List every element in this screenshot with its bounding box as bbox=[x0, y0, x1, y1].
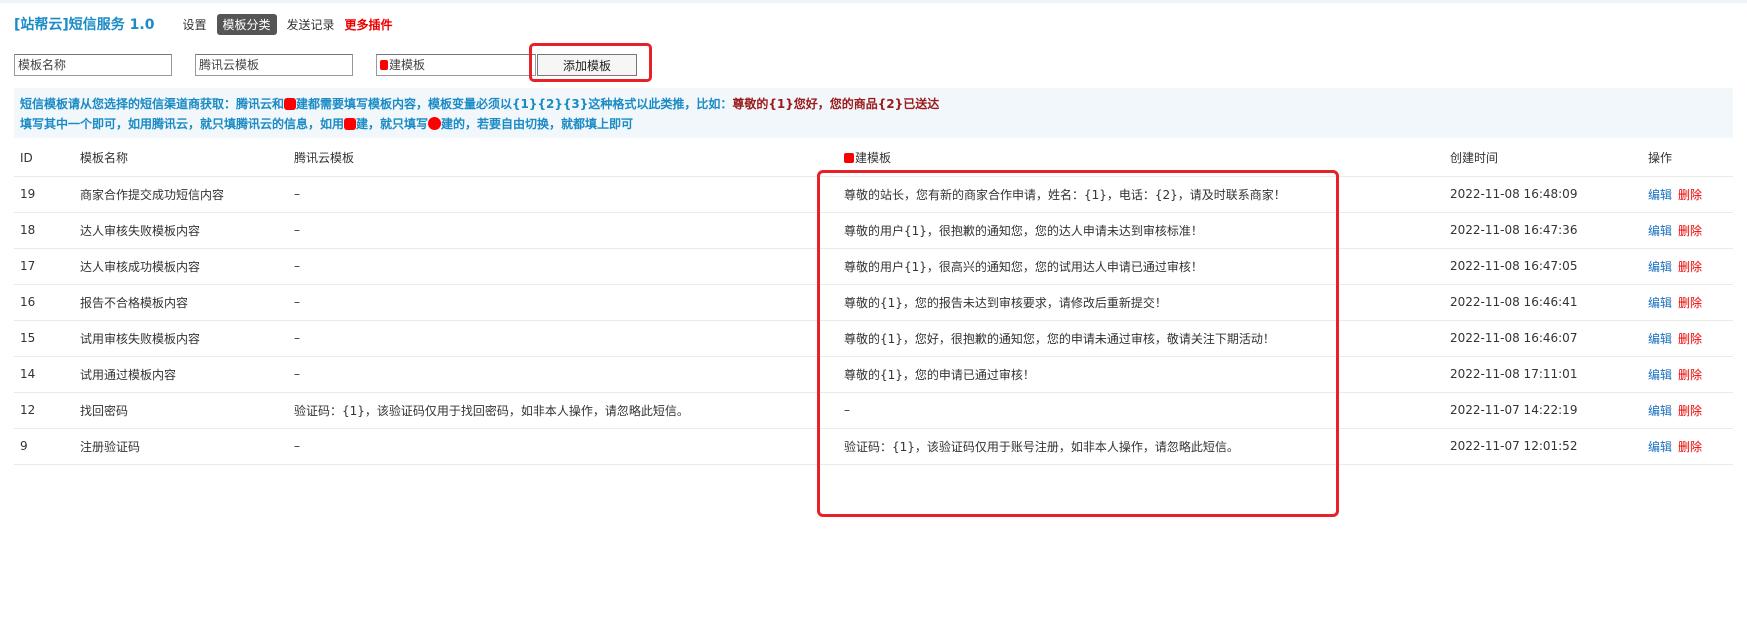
cell-name: 达人审核成功模板内容 bbox=[74, 248, 288, 285]
delete-link[interactable]: 删除 bbox=[1678, 440, 1702, 454]
notice-text: 建都需要填写模板内容，模板变量必须以{1}{2}{3}这种格式以此类推，比如： bbox=[296, 97, 733, 111]
col-sd-label: 建模板 bbox=[855, 151, 892, 166]
tab-template-categories[interactable]: 模板分类 bbox=[216, 13, 277, 35]
cell-actions: 编辑 删除 bbox=[1642, 248, 1733, 285]
tencent-template-input[interactable] bbox=[195, 54, 353, 76]
header: [站帮云]短信服务 1.0 设置 模板分类 发送记录 更多插件 bbox=[14, 13, 393, 35]
cell-id: 16 bbox=[14, 284, 74, 321]
highlight-box-sd-column bbox=[817, 170, 1339, 517]
edit-link[interactable]: 编辑 bbox=[1648, 188, 1672, 202]
cell-id: 14 bbox=[14, 356, 74, 393]
cell-actions: 编辑 删除 bbox=[1642, 320, 1733, 357]
cell-name: 找回密码 bbox=[74, 392, 288, 429]
cell-actions: 编辑 删除 bbox=[1642, 428, 1733, 465]
notice-text: 建的，若要自由切换，就都填上即可 bbox=[441, 117, 634, 131]
delete-link[interactable]: 删除 bbox=[1678, 404, 1702, 418]
template-name-input[interactable] bbox=[14, 54, 172, 76]
edit-link[interactable]: 编辑 bbox=[1648, 224, 1672, 238]
top-strip bbox=[0, 0, 1747, 3]
cell-created: 2022-11-08 16:48:09 bbox=[1444, 176, 1642, 213]
notice-line-2: 填写其中一个即可，如用腾讯云，就只填腾讯云的信息，如用 建，就只填写 建的，若要自由… bbox=[20, 114, 1727, 134]
cell-tencent: – bbox=[288, 428, 838, 465]
notice-example: 尊敬的{1}您好，您的商品{2}已送达 bbox=[732, 97, 940, 111]
col-id: ID bbox=[14, 140, 74, 177]
cell-tencent: – bbox=[288, 320, 838, 357]
cell-name: 试用通过模板内容 bbox=[74, 356, 288, 393]
notice-text: 建，就只填写 bbox=[356, 117, 429, 131]
tab-settings[interactable]: 设置 bbox=[182, 14, 206, 35]
cell-actions: 编辑 删除 bbox=[1642, 284, 1733, 321]
cell-actions: 编辑 删除 bbox=[1642, 392, 1733, 429]
redaction-mark bbox=[844, 153, 854, 164]
edit-link[interactable]: 编辑 bbox=[1648, 368, 1672, 382]
edit-link[interactable]: 编辑 bbox=[1648, 332, 1672, 346]
cell-id: 17 bbox=[14, 248, 74, 285]
notice-line-1: 短信模板请从您选择的短信渠道商获取：腾讯云和 建都需要填写模板内容，模板变量必须以… bbox=[20, 94, 1727, 114]
edit-link[interactable]: 编辑 bbox=[1648, 260, 1672, 274]
delete-link[interactable]: 删除 bbox=[1678, 260, 1702, 274]
cell-created: 2022-11-08 16:47:36 bbox=[1444, 212, 1642, 249]
redaction-mark bbox=[428, 117, 442, 130]
col-actions: 操作 bbox=[1642, 140, 1733, 177]
cell-name: 注册验证码 bbox=[74, 428, 288, 465]
cell-tencent: – bbox=[288, 284, 838, 321]
delete-link[interactable]: 删除 bbox=[1678, 296, 1702, 310]
cell-tencent: 验证码：{1}，该验证码仅用于找回密码，如非本人操作，请忽略此短信。 bbox=[288, 392, 838, 429]
cell-created: 2022-11-08 16:47:05 bbox=[1444, 248, 1642, 285]
app-title: [站帮云]短信服务 1.0 bbox=[14, 17, 155, 33]
redaction-mark bbox=[344, 118, 357, 130]
cell-actions: 编辑 删除 bbox=[1642, 212, 1733, 249]
cell-name: 报告不合格模板内容 bbox=[74, 284, 288, 321]
cell-actions: 编辑 删除 bbox=[1642, 356, 1733, 393]
sd-template-input[interactable] bbox=[376, 54, 536, 76]
nav-tabs: 设置 模板分类 发送记录 更多插件 bbox=[182, 13, 393, 35]
highlight-box-add-button bbox=[529, 43, 652, 82]
cell-actions: 编辑 删除 bbox=[1642, 176, 1733, 213]
cell-name: 达人审核失败模板内容 bbox=[74, 212, 288, 249]
edit-link[interactable]: 编辑 bbox=[1648, 296, 1672, 310]
cell-id: 12 bbox=[14, 392, 74, 429]
cell-created: 2022-11-08 16:46:07 bbox=[1444, 320, 1642, 357]
cell-id: 15 bbox=[14, 320, 74, 357]
cell-created: 2022-11-07 14:22:19 bbox=[1444, 392, 1642, 429]
cell-tencent: – bbox=[288, 212, 838, 249]
cell-created: 2022-11-08 16:46:41 bbox=[1444, 284, 1642, 321]
edit-link[interactable]: 编辑 bbox=[1648, 440, 1672, 454]
col-tencent: 腾讯云模板 bbox=[288, 140, 838, 177]
cell-name: 试用审核失败模板内容 bbox=[74, 320, 288, 357]
edit-link[interactable]: 编辑 bbox=[1648, 404, 1672, 418]
cell-created: 2022-11-07 12:01:52 bbox=[1444, 428, 1642, 465]
notice-text: 填写其中一个即可，如用腾讯云，就只填腾讯云的信息，如用 bbox=[20, 117, 345, 131]
cell-tencent: – bbox=[288, 248, 838, 285]
cell-id: 18 bbox=[14, 212, 74, 249]
cell-tencent: – bbox=[288, 356, 838, 393]
tab-send-records[interactable]: 发送记录 bbox=[287, 14, 335, 35]
col-created: 创建时间 bbox=[1444, 140, 1642, 177]
notice-text: 短信模板请从您选择的短信渠道商获取：腾讯云和 bbox=[20, 97, 285, 111]
cell-name: 商家合作提交成功短信内容 bbox=[74, 176, 288, 213]
redaction-mark bbox=[284, 98, 297, 110]
notice-panel: 短信模板请从您选择的短信渠道商获取：腾讯云和 建都需要填写模板内容，模板变量必须以… bbox=[14, 88, 1733, 138]
cell-id: 19 bbox=[14, 176, 74, 213]
cell-created: 2022-11-08 17:11:01 bbox=[1444, 356, 1642, 393]
delete-link[interactable]: 删除 bbox=[1678, 332, 1702, 346]
cell-id: 9 bbox=[14, 428, 74, 465]
delete-link[interactable]: 删除 bbox=[1678, 188, 1702, 202]
tab-more-plugins[interactable]: 更多插件 bbox=[345, 14, 393, 35]
cell-tencent: – bbox=[288, 176, 838, 213]
delete-link[interactable]: 删除 bbox=[1678, 368, 1702, 382]
col-name: 模板名称 bbox=[74, 140, 288, 177]
redaction-mark bbox=[380, 60, 388, 70]
delete-link[interactable]: 删除 bbox=[1678, 224, 1702, 238]
